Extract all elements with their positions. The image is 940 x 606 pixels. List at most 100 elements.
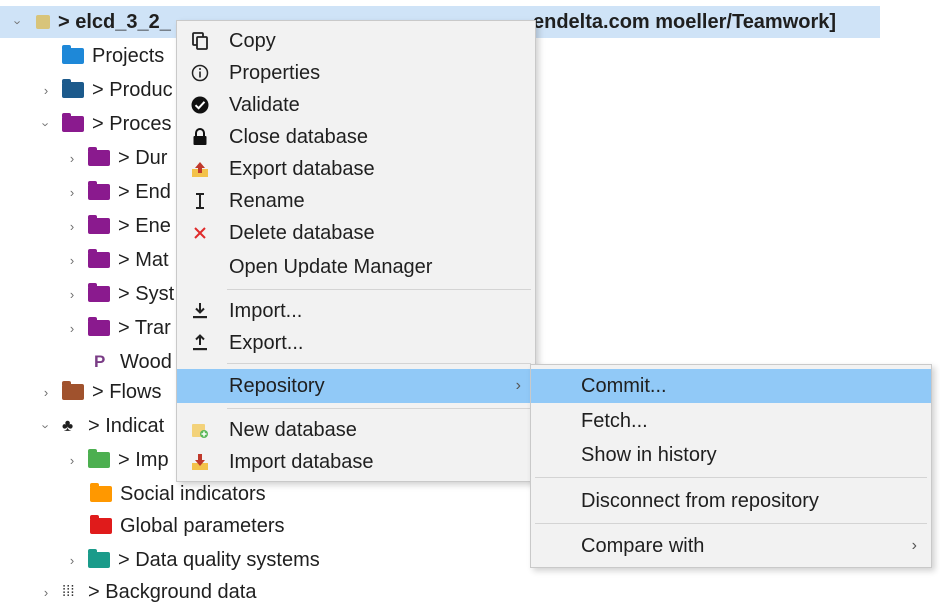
folder-icon: [88, 181, 110, 200]
menu-item-commit[interactable]: Commit...: [531, 369, 931, 403]
tree-row-process-category[interactable]: › > Ene: [64, 210, 171, 242]
menu-item-disconnect-from-repository[interactable]: Disconnect from repository: [531, 485, 931, 517]
menu-item-label: Validate: [229, 93, 300, 116]
tree-row-process-category[interactable]: › > Trar: [64, 312, 171, 344]
menu-item-label: Export...: [229, 331, 304, 354]
chevron-right-icon[interactable]: ›: [64, 253, 80, 268]
tree-row-data-quality-systems[interactable]: › > Data quality systems: [64, 544, 320, 576]
menu-item-label: Rename: [229, 189, 305, 212]
import-icon: [189, 300, 211, 322]
info-icon: [189, 62, 211, 84]
menu-item-copy[interactable]: Copy: [177, 25, 535, 57]
menu-item-close-database[interactable]: Close database: [177, 121, 535, 153]
menu-separator: [535, 477, 927, 478]
rename-icon: [189, 190, 211, 212]
folder-icon: [88, 549, 110, 568]
chevron-right-icon[interactable]: ›: [38, 83, 54, 98]
menu-item-export-database[interactable]: Export database: [177, 153, 535, 185]
folder-icon: [88, 249, 110, 268]
tree-row-process-wood[interactable]: P Wood: [94, 346, 172, 378]
menu-item-label: New database: [229, 418, 357, 441]
menu-item-label: Close database: [229, 125, 368, 148]
menu-item-delete-database[interactable]: Delete database: [177, 217, 535, 249]
menu-item-label: Disconnect from repository: [581, 489, 819, 512]
chevron-right-icon[interactable]: ›: [64, 553, 80, 568]
chevron-right-icon[interactable]: ›: [64, 151, 80, 166]
grid-icon: ⁞⁞⁞: [62, 583, 75, 600]
menu-item-fetch[interactable]: Fetch...: [531, 405, 931, 437]
menu-item-label: Repository: [229, 374, 325, 397]
menu-item-import-database[interactable]: Import database: [177, 446, 535, 478]
tree-row-impact-methods[interactable]: › > Imp: [64, 444, 169, 476]
repository-submenu: Commit... Fetch... Show in history Disco…: [530, 364, 932, 568]
tree-item-label: > Flows: [92, 380, 162, 403]
chevron-right-icon[interactable]: ›: [64, 185, 80, 200]
chevron-right-icon[interactable]: ›: [38, 385, 54, 400]
export-database-icon: [189, 158, 211, 180]
chevron-down-icon[interactable]: ›: [39, 418, 54, 434]
tree-row-process-category[interactable]: › > Dur: [64, 142, 168, 174]
menu-item-label: Fetch...: [581, 409, 648, 432]
menu-separator: [227, 289, 531, 290]
tree-item-label: > Dur: [118, 146, 168, 169]
chevron-right-icon[interactable]: ›: [64, 453, 80, 468]
menu-item-label: Delete database: [229, 221, 375, 244]
tree-row-flows[interactable]: › > Flows: [38, 376, 162, 408]
tree-row-process-category[interactable]: › > Syst: [64, 278, 174, 310]
indicators-icon: ♣: [62, 416, 74, 435]
chevron-right-icon[interactable]: ›: [64, 287, 80, 302]
menu-item-validate[interactable]: Validate: [177, 89, 535, 121]
tree-row-product-systems[interactable]: › > Produc: [38, 74, 173, 106]
tree-item-label: Projects: [92, 44, 165, 67]
copy-icon: [189, 30, 211, 52]
menu-item-new-database[interactable]: New database: [177, 414, 535, 446]
folder-icon: [88, 215, 110, 234]
menu-item-import[interactable]: Import...: [177, 295, 535, 327]
tree-item-label: > End: [118, 180, 171, 203]
delete-icon: [189, 222, 211, 244]
folder-icon: [62, 79, 84, 98]
new-database-icon: [189, 419, 211, 441]
menu-separator: [227, 408, 531, 409]
tree-item-label: > Trar: [118, 316, 171, 339]
tree-item-label: > Background data: [88, 580, 257, 603]
process-icon: P: [94, 352, 106, 371]
tree-row-global-parameters[interactable]: Global parameters: [90, 510, 285, 542]
menu-item-show-in-history[interactable]: Show in history: [531, 439, 931, 471]
tree-row-processes[interactable]: › > Proces: [38, 108, 172, 140]
menu-item-export[interactable]: Export...: [177, 327, 535, 359]
menu-item-repository[interactable]: Repository ›: [177, 369, 535, 403]
tree-row-projects[interactable]: Projects: [62, 40, 164, 72]
lock-icon: [189, 126, 211, 148]
menu-item-properties[interactable]: Properties: [177, 57, 535, 89]
menu-item-label: Copy: [229, 29, 276, 52]
tree-row-process-category[interactable]: › > Mat: [64, 244, 169, 276]
chevron-right-icon[interactable]: ›: [64, 219, 80, 234]
tree-item-label: > Ene: [118, 214, 171, 237]
export-icon: [189, 332, 211, 354]
menu-item-rename[interactable]: Rename: [177, 185, 535, 217]
menu-item-label: Properties: [229, 61, 321, 84]
chevron-right-icon[interactable]: ›: [64, 321, 80, 336]
menu-item-label: Open Update Manager: [229, 255, 433, 278]
tree-item-label: Wood: [120, 350, 172, 373]
menu-item-label: Export database: [229, 157, 375, 180]
tree-item-label: > Syst: [118, 282, 175, 305]
chevron-down-icon[interactable]: ›: [39, 116, 54, 132]
menu-item-compare-with[interactable]: Compare with ›: [531, 530, 931, 562]
menu-separator: [227, 363, 531, 364]
tree-row-social-indicators[interactable]: Social indicators: [90, 478, 266, 510]
chevron-right-icon[interactable]: ›: [11, 14, 26, 30]
menu-item-label: Import...: [229, 299, 303, 322]
folder-icon: [88, 449, 110, 468]
menu-item-open-update-manager[interactable]: Open Update Manager: [177, 251, 535, 283]
tree-row-process-category[interactable]: › > End: [64, 176, 171, 208]
tree-item-label: > Proces: [92, 112, 172, 135]
context-menu: Copy Properties Validate Close database …: [176, 20, 536, 482]
chevron-right-icon[interactable]: ›: [38, 585, 54, 600]
check-circle-icon: [189, 94, 211, 116]
tree-row-background-data[interactable]: › ⁞⁞⁞ > Background data: [38, 576, 257, 606]
menu-item-label: Compare with: [581, 534, 705, 557]
folder-icon: [88, 317, 110, 336]
tree-row-indicators[interactable]: › ♣ > Indicat: [38, 410, 165, 442]
